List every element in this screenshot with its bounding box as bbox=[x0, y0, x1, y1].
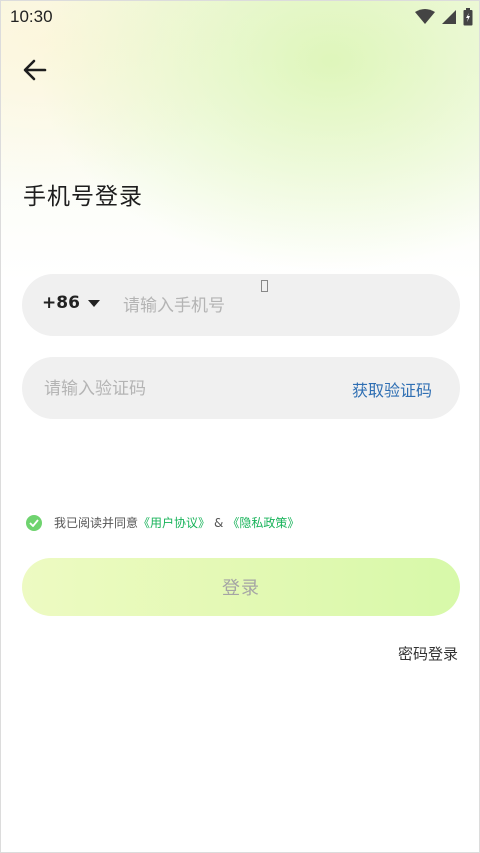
caret-down-icon bbox=[87, 299, 100, 307]
verification-code-input[interactable] bbox=[42, 375, 326, 403]
password-login-link[interactable]: 密码登录 bbox=[398, 643, 458, 664]
check-circle-icon[interactable] bbox=[26, 514, 42, 531]
agreement-prefix: 我已阅读并同意 bbox=[54, 516, 139, 530]
back-arrow-icon bbox=[23, 59, 47, 81]
privacy-policy-link[interactable]: 《隐私政策》 bbox=[227, 514, 299, 531]
country-code-selector[interactable]: +86 bbox=[42, 293, 100, 313]
text-cursor-marker bbox=[261, 280, 268, 292]
login-page: 10:30 手机号登录 +86 获取验证 bbox=[0, 0, 480, 853]
status-bar: 10:30 bbox=[1, 1, 480, 35]
signal-icon bbox=[442, 10, 456, 24]
verification-code-row: 获取验证码 bbox=[22, 357, 460, 419]
status-icons bbox=[415, 8, 473, 26]
battery-icon bbox=[463, 8, 473, 26]
country-code-label: +86 bbox=[42, 293, 80, 313]
phone-number-input[interactable] bbox=[121, 292, 425, 320]
page-title: 手机号登录 bbox=[23, 184, 143, 210]
status-time: 10:30 bbox=[10, 7, 53, 26]
agreement-ampersand: & bbox=[214, 515, 224, 530]
get-code-button[interactable]: 获取验证码 bbox=[352, 377, 432, 401]
back-button[interactable] bbox=[21, 57, 51, 83]
user-agreement-link[interactable]: 《用户协议》 bbox=[138, 514, 210, 531]
login-button[interactable]: 登录 bbox=[22, 558, 460, 616]
agreement-row: 我已阅读并同意 《用户协议》 & 《隐私政策》 bbox=[26, 514, 299, 531]
wifi-icon bbox=[415, 9, 435, 24]
phone-input-row: +86 bbox=[22, 274, 460, 336]
